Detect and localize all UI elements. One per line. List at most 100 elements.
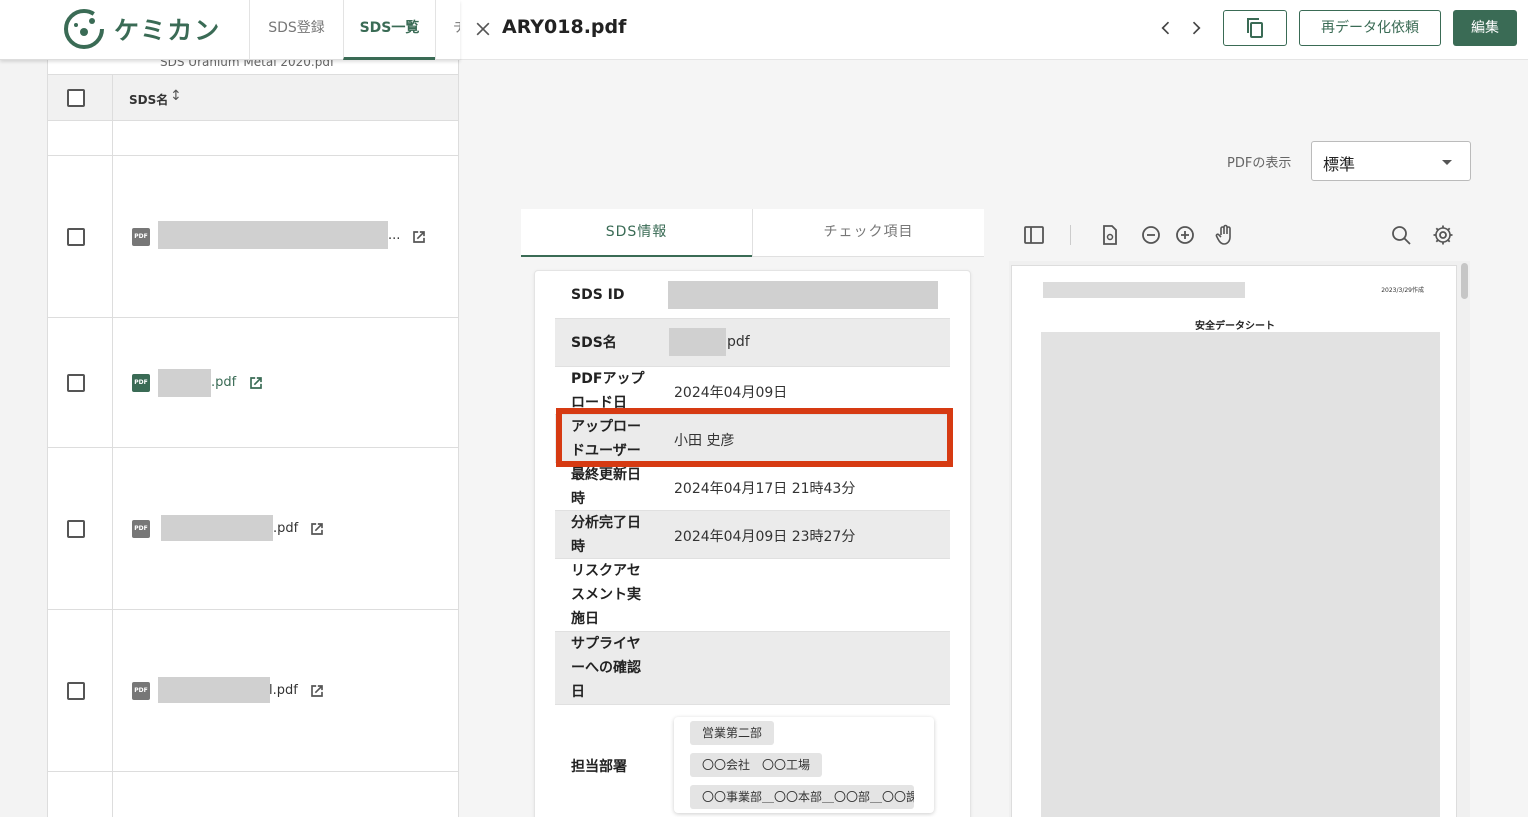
gear-icon[interactable] — [1431, 223, 1455, 247]
row-checkbox[interactable] — [67, 682, 85, 700]
table-row[interactable]: PDF .pdf — [48, 318, 459, 448]
copy-button[interactable] — [1223, 10, 1287, 46]
table-row[interactable]: PDF .pdf — [48, 448, 459, 610]
app-header: ケミカン SDS登録 SDS一覧 チ — [0, 0, 460, 60]
info-label: リスクアセスメント実施日 — [571, 563, 641, 627]
redacted-body — [1041, 332, 1440, 817]
file-name-suffix[interactable]: l.pdf — [269, 683, 298, 698]
info-label: SDS名 — [571, 335, 617, 351]
info-label: 分析完了日時 — [571, 515, 641, 555]
logo-text: ケミカン — [114, 16, 222, 45]
close-icon[interactable] — [473, 19, 493, 39]
file-name-suffix[interactable]: .pdf — [211, 375, 236, 390]
redacted-filename — [158, 221, 388, 249]
info-row-analyzed: 分析完了日時 2024年04月09日 23時27分 — [555, 511, 950, 559]
row-check-cell — [48, 772, 113, 817]
pdf-display-label: PDFの表示 — [1227, 156, 1292, 171]
pdf-file-icon: PDF — [132, 682, 150, 700]
logo[interactable]: ケミカン — [62, 7, 221, 51]
pdf-file-icon: PDF — [132, 228, 150, 246]
pdf-viewer[interactable]: 2023/3/29作成 安全データシート — [1009, 261, 1470, 817]
row-check-cell — [48, 156, 113, 317]
toolbar-divider — [1070, 225, 1071, 245]
nav-tab-list[interactable]: SDS一覧 — [343, 0, 435, 60]
chevron-right-icon[interactable] — [1186, 18, 1206, 38]
pdf-page: 2023/3/29作成 安全データシート — [1011, 265, 1457, 817]
pdf-file-icon: PDF — [132, 520, 150, 538]
redacted-filename — [161, 515, 273, 541]
redata-request-button[interactable]: 再データ化依頼 — [1299, 10, 1441, 46]
info-row-sds-name: SDS名 pdf — [555, 319, 950, 367]
zoom-out-icon[interactable] — [1139, 223, 1163, 247]
info-label: サプライヤーへの確認日 — [571, 636, 641, 700]
open-external-icon[interactable] — [409, 227, 429, 247]
row-check-cell — [48, 448, 113, 609]
column-header-sds-name[interactable]: SDS名 — [129, 91, 168, 108]
tab-check-items[interactable]: チェック項目 — [752, 209, 984, 257]
tab-sds-info[interactable]: SDS情報 — [521, 209, 752, 257]
analyzed-value: 2024年04月09日 23時27分 — [674, 529, 856, 545]
sidebar-toggle-icon[interactable] — [1022, 223, 1046, 247]
zoom-in-icon[interactable] — [1173, 223, 1197, 247]
edit-button[interactable]: 編集 — [1453, 10, 1517, 46]
nav-tab-register[interactable]: SDS登録 — [249, 0, 343, 60]
pdf-heading: 安全データシート — [1195, 321, 1275, 332]
sds-table: SDS Uranium Metal 2020.pdf SDS名 ↕ PDF ..… — [47, 60, 460, 817]
pan-hand-icon[interactable] — [1213, 223, 1237, 247]
highlight-annotation — [556, 408, 953, 467]
table-row — [48, 121, 459, 156]
sort-icon[interactable]: ↕ — [170, 88, 182, 104]
header-check-cell — [48, 75, 113, 120]
sds-detail-drawer: ARY018.pdf 再データ化依頼 編集 PDFの表示 標準 SDS情報 チェ… — [458, 0, 1528, 817]
info-row-risk-assessment: リスクアセスメント実施日 — [555, 559, 950, 632]
open-external-icon[interactable] — [307, 681, 327, 701]
info-label: 最終更新日時 — [571, 467, 641, 507]
info-row-sds-id: SDS ID — [555, 271, 950, 319]
page-icon[interactable] — [1098, 223, 1122, 247]
open-external-icon[interactable] — [246, 373, 266, 393]
copy-icon — [1247, 18, 1263, 38]
row-checkbox[interactable] — [67, 374, 85, 392]
info-label: 担当部署 — [571, 759, 627, 775]
nav-tab-more[interactable]: チ — [435, 0, 460, 60]
updated-value: 2024年04月17日 21時43分 — [674, 481, 856, 497]
file-name-suffix[interactable]: .pdf — [273, 521, 298, 536]
logo-icon — [62, 7, 106, 51]
info-row-supplier-check: サプライヤーへの確認日 — [555, 632, 950, 705]
redacted-sds-name — [669, 328, 726, 356]
chevron-left-icon[interactable] — [1156, 18, 1176, 38]
drawer-header: ARY018.pdf 再データ化依頼 編集 — [459, 0, 1528, 60]
caret-down-icon — [1442, 160, 1452, 165]
department-chip: 営業第二部 — [690, 721, 775, 745]
row-check-cell — [48, 318, 113, 447]
table-row — [48, 772, 459, 817]
row-check-cell — [48, 121, 113, 155]
table-row[interactable]: PDF ... — [48, 156, 459, 318]
redacted-header — [1043, 282, 1245, 298]
row-checkbox[interactable] — [67, 228, 85, 246]
sds-list-background: ケミカン SDS登録 SDS一覧 チ SDS Uranium Metal 202… — [0, 0, 460, 817]
search-icon[interactable] — [1389, 223, 1413, 247]
open-external-icon[interactable] — [307, 519, 327, 539]
sds-name-suffix: pdf — [727, 334, 750, 350]
table-row[interactable]: PDF l.pdf — [48, 610, 459, 772]
table-header: SDS名 ↕ — [48, 74, 459, 121]
row-checkbox[interactable] — [67, 520, 85, 538]
table-row-partial: SDS Uranium Metal 2020.pdf — [160, 60, 335, 69]
sds-info-card: SDS ID SDS名 pdf PDFアップロード日 2024年04月09日 ア… — [534, 270, 971, 817]
pdf-display-select[interactable]: 標準 — [1311, 141, 1471, 181]
department-chip: 〇〇事業部＿〇〇本部＿〇〇部＿〇〇課 — [690, 785, 914, 809]
department-list: 営業第二部 〇〇会社 〇〇工場 〇〇事業部＿〇〇本部＿〇〇部＿〇〇課 — [674, 717, 934, 813]
pdf-viewer-toolbar — [1009, 209, 1470, 261]
upload-date-value: 2024年04月09日 — [674, 385, 788, 401]
redacted-filename — [158, 369, 211, 397]
file-name-suffix[interactable]: ... — [388, 228, 400, 243]
select-all-checkbox[interactable] — [67, 89, 85, 107]
pdf-display-value: 標準 — [1323, 155, 1356, 174]
detail-tabs: SDS情報 チェック項目 — [521, 209, 984, 257]
redacted-filename — [158, 677, 270, 703]
department-chip: 〇〇会社 〇〇工場 — [690, 753, 823, 777]
pdf-file-icon: PDF — [132, 374, 150, 392]
pdf-date-text: 2023/3/29作成 — [1381, 287, 1424, 294]
pdf-scrollbar[interactable] — [1461, 263, 1468, 299]
